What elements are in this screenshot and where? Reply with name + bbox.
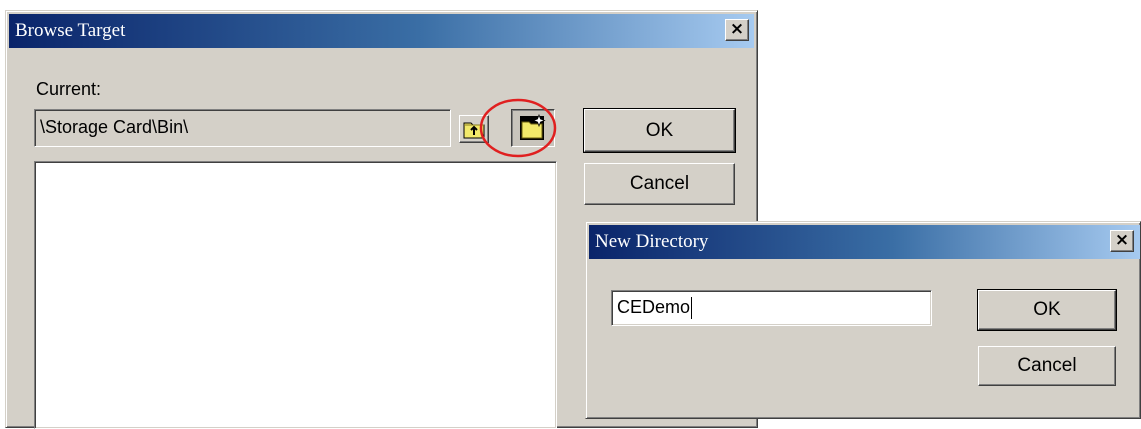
browse-cancel-button[interactable]: Cancel <box>584 163 735 205</box>
new-directory-dialog: New Directory × CEDemo OK Cancel <box>585 221 1141 419</box>
text-cursor <box>691 297 693 320</box>
directory-list[interactable] <box>34 161 557 429</box>
new-directory-ok-label: OK <box>1033 299 1061 320</box>
browse-target-title: Browse Target <box>15 20 126 41</box>
new-directory-cancel-label: Cancel <box>1017 355 1077 376</box>
folder-up-icon <box>463 122 485 139</box>
new-folder-icon <box>520 113 546 140</box>
directory-name-input[interactable]: CEDemo <box>611 290 932 326</box>
new-directory-cancel-button[interactable]: Cancel <box>978 346 1116 386</box>
browse-ok-button[interactable]: OK <box>583 108 736 153</box>
browse-target-titlebar[interactable]: Browse Target <box>9 14 754 48</box>
close-icon: × <box>1114 230 1130 250</box>
browse-target-close-button[interactable]: × <box>725 19 749 41</box>
new-directory-title: New Directory <box>595 231 709 252</box>
current-path-field[interactable]: \Storage Card\Bin\ <box>34 109 451 147</box>
new-directory-titlebar[interactable]: New Directory <box>589 225 1140 259</box>
directory-name-value: CEDemo <box>617 297 691 317</box>
new-directory-close-button[interactable]: × <box>1110 230 1134 252</box>
browse-cancel-label: Cancel <box>629 173 690 194</box>
up-folder-button[interactable] <box>459 115 489 143</box>
current-label: Current: <box>36 79 102 99</box>
new-folder-button[interactable] <box>511 109 555 147</box>
close-icon: × <box>729 19 745 39</box>
new-directory-ok-button[interactable]: OK <box>977 289 1117 331</box>
browse-ok-label: OK <box>645 119 674 141</box>
